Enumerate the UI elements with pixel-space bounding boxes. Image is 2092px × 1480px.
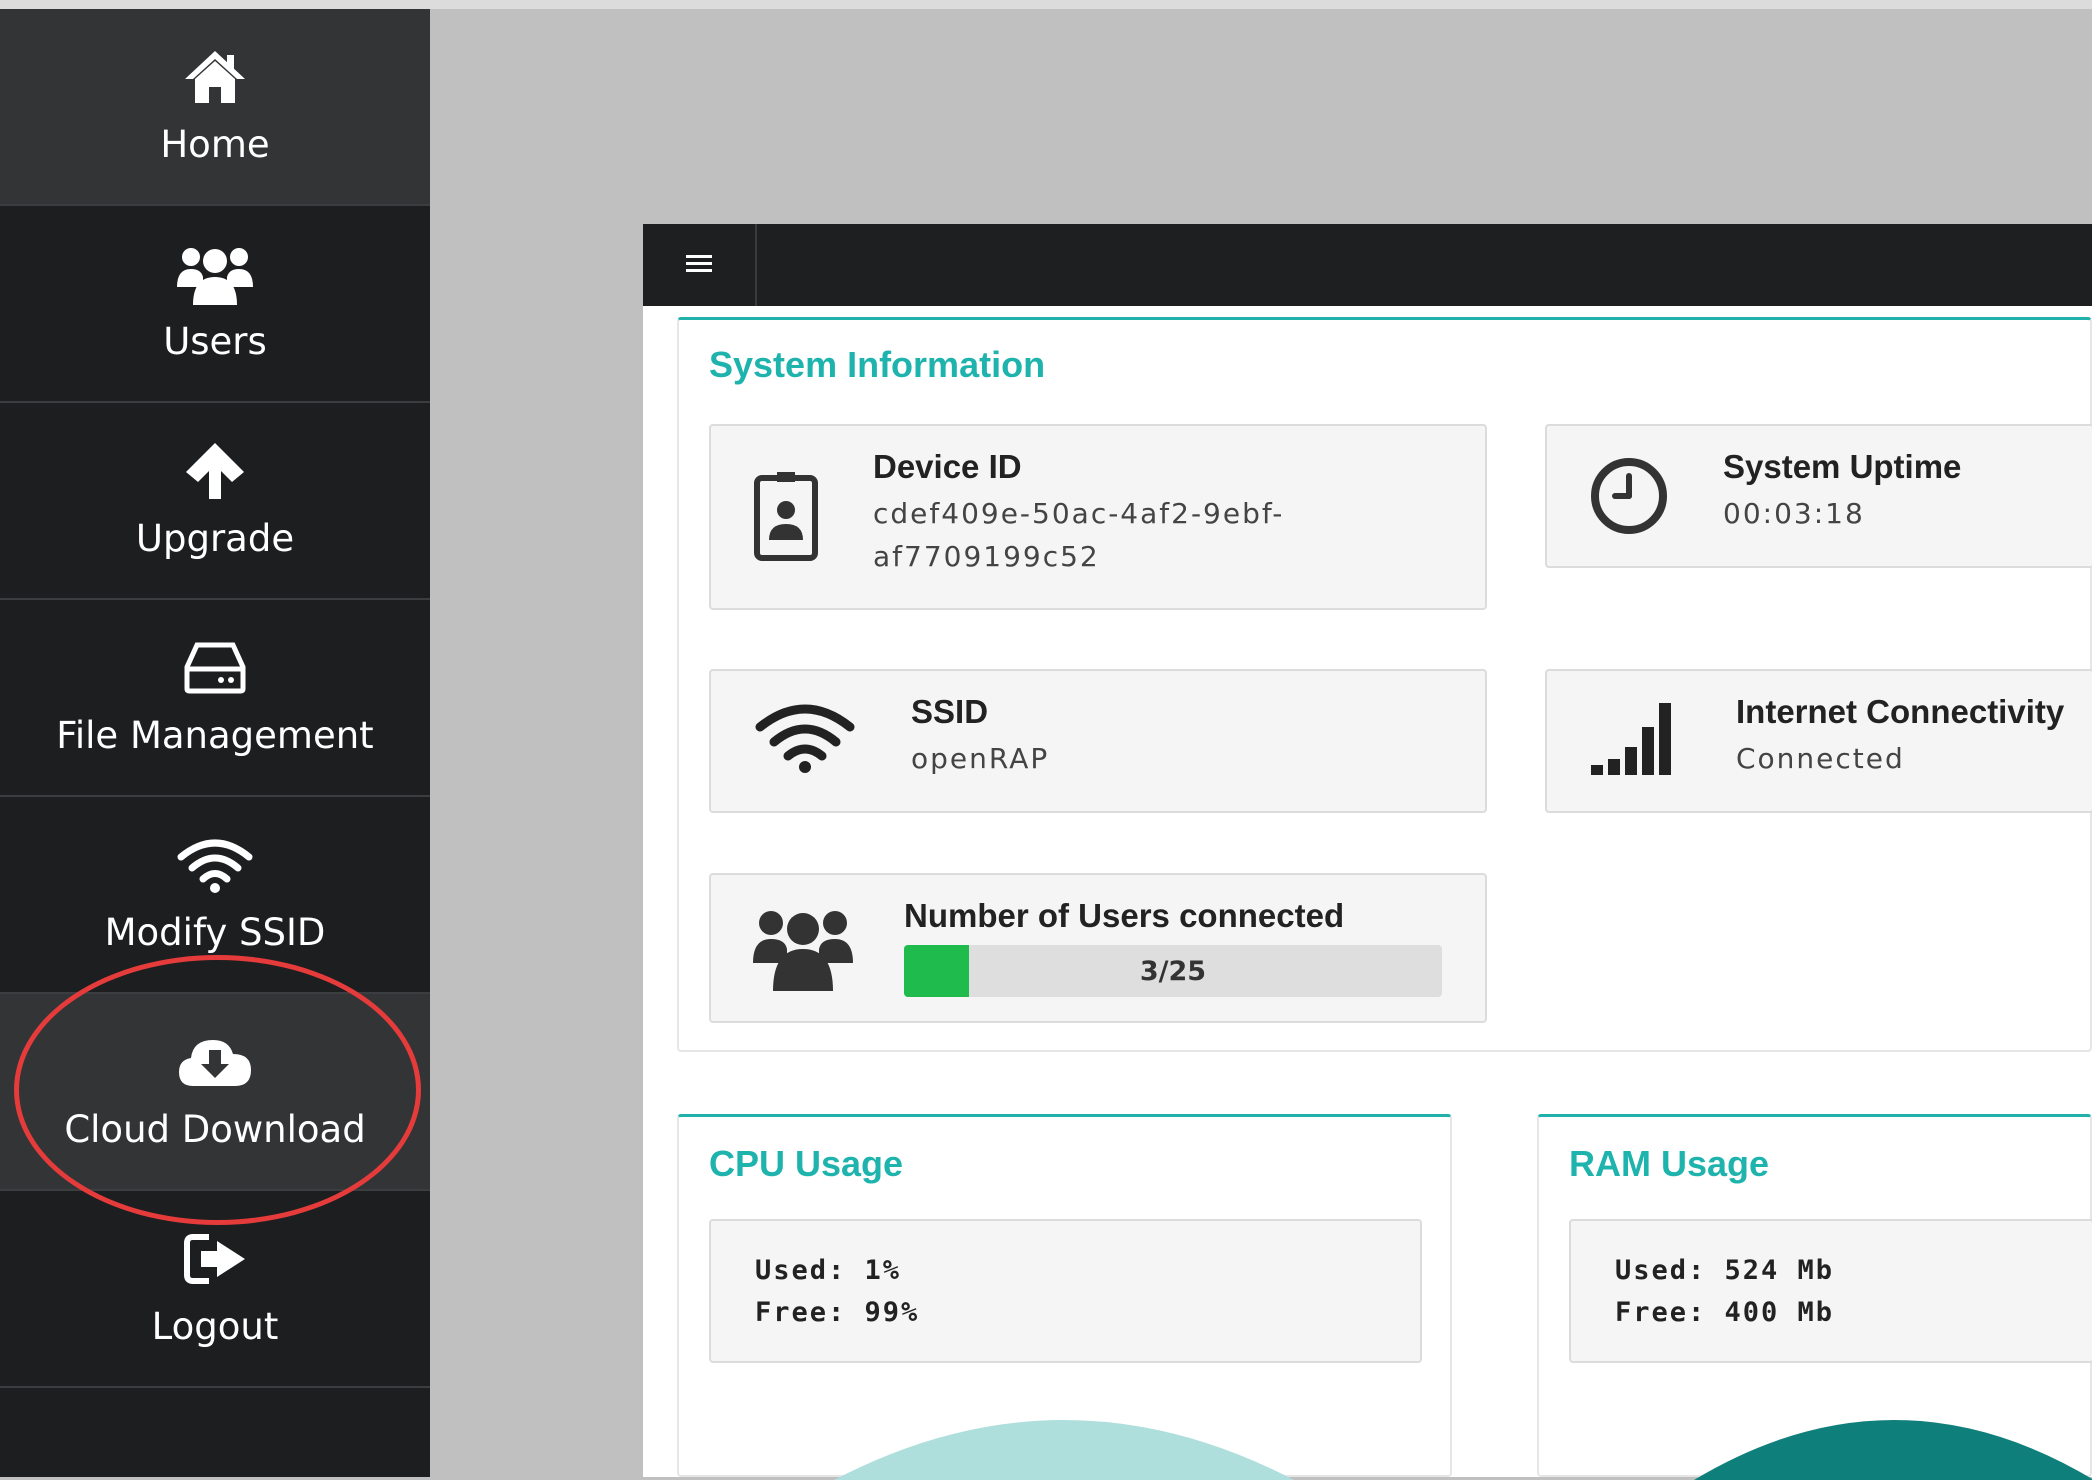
sidebar-item-label: File Management [56, 714, 374, 757]
hamburger-icon [686, 248, 712, 283]
wifi-icon [755, 701, 855, 777]
card-value: openRAP [911, 742, 1050, 775]
sidebar-item-cloud-download[interactable]: Cloud Download [0, 994, 430, 1191]
sidebar-item-label: Home [160, 123, 270, 166]
clock-icon [1589, 456, 1669, 540]
sign-out-icon [0, 1229, 430, 1289]
ram-usage-box: RAM Usage Used: 524 Mb Free: 400 Mb [1537, 1114, 2092, 1480]
sidebar-item-label: Upgrade [135, 517, 295, 560]
menu-toggle-button[interactable] [643, 224, 757, 306]
box-title: System Information [709, 344, 1046, 385]
home-icon [0, 47, 430, 107]
ram-used-text: Used: 524 Mb [1615, 1255, 1835, 1286]
cpu-gauge [834, 1420, 1294, 1480]
hard-drive-icon [0, 638, 430, 698]
card-value: 00:03:18 [1723, 497, 1865, 530]
users-icon [0, 244, 430, 305]
sidebar-item-home[interactable]: Home [0, 9, 430, 206]
sidebar-item-label: Users [163, 320, 267, 363]
users-progress-text: 3/25 [1139, 955, 1207, 987]
arrow-up-icon [0, 441, 430, 501]
cloud-download-icon [0, 1032, 430, 1092]
cpu-free-text: Free: 99% [755, 1297, 920, 1328]
cpu-stats-card: Used: 1% Free: 99% [709, 1219, 1422, 1363]
sidebar-item-users[interactable]: Users [0, 206, 430, 403]
signal-bars-icon [1591, 701, 1683, 781]
wifi-icon [0, 835, 430, 895]
window-top-border [0, 0, 2092, 9]
sidebar-item-label: Cloud Download [64, 1108, 366, 1151]
sidebar: Home Users Upgrade File Management Modif… [0, 9, 430, 1477]
ram-free-text: Free: 400 Mb [1615, 1297, 1835, 1328]
sidebar-item-logout[interactable]: Logout [0, 1191, 430, 1388]
device-id-card: Device ID cdef409e-50ac-4af2-9ebf- af770… [709, 424, 1487, 610]
internet-connectivity-card: Internet Connectivity Connected [1545, 669, 2092, 813]
sidebar-item-label: Modify SSID [104, 911, 326, 954]
box-title: CPU Usage [709, 1143, 904, 1184]
card-label: System Uptime [1723, 448, 1962, 485]
sidebar-item-file-management[interactable]: File Management [0, 600, 430, 797]
main-panel: System Information Device ID cdef409e-50… [643, 224, 2092, 1480]
sidebar-item-modify-ssid[interactable]: Modify SSID [0, 797, 430, 994]
sidebar-item-upgrade[interactable]: Upgrade [0, 403, 430, 600]
box-title: RAM Usage [1569, 1143, 1770, 1184]
users-progress-bar: 3/25 [904, 945, 1442, 997]
card-label: Internet Connectivity [1736, 693, 2065, 730]
users-icon [753, 903, 853, 997]
card-label: Number of Users connected [904, 897, 1345, 934]
cpu-usage-box: CPU Usage Used: 1% Free: 99% [677, 1114, 1452, 1480]
id-badge-icon [753, 470, 819, 566]
card-label: SSID [911, 693, 989, 730]
card-value: Connected [1736, 742, 1905, 775]
ram-stats-card: Used: 524 Mb Free: 400 Mb [1569, 1219, 2092, 1363]
cpu-used-text: Used: 1% [755, 1255, 902, 1286]
system-uptime-card: System Uptime 00:03:18 [1545, 424, 2092, 568]
users-connected-card: Number of Users connected 3/25 [709, 873, 1487, 1023]
system-information-box: System Information Device ID cdef409e-50… [677, 317, 2092, 1052]
sidebar-item-label: Logout [151, 1305, 279, 1348]
card-value-line-2: af7709199c52 [873, 540, 1100, 573]
card-value-line-1: cdef409e-50ac-4af2-9ebf- [873, 497, 1285, 530]
card-label: Device ID [873, 448, 1022, 485]
top-navbar [643, 224, 2092, 306]
ssid-card: SSID openRAP [709, 669, 1487, 813]
ram-gauge [1694, 1420, 2092, 1480]
